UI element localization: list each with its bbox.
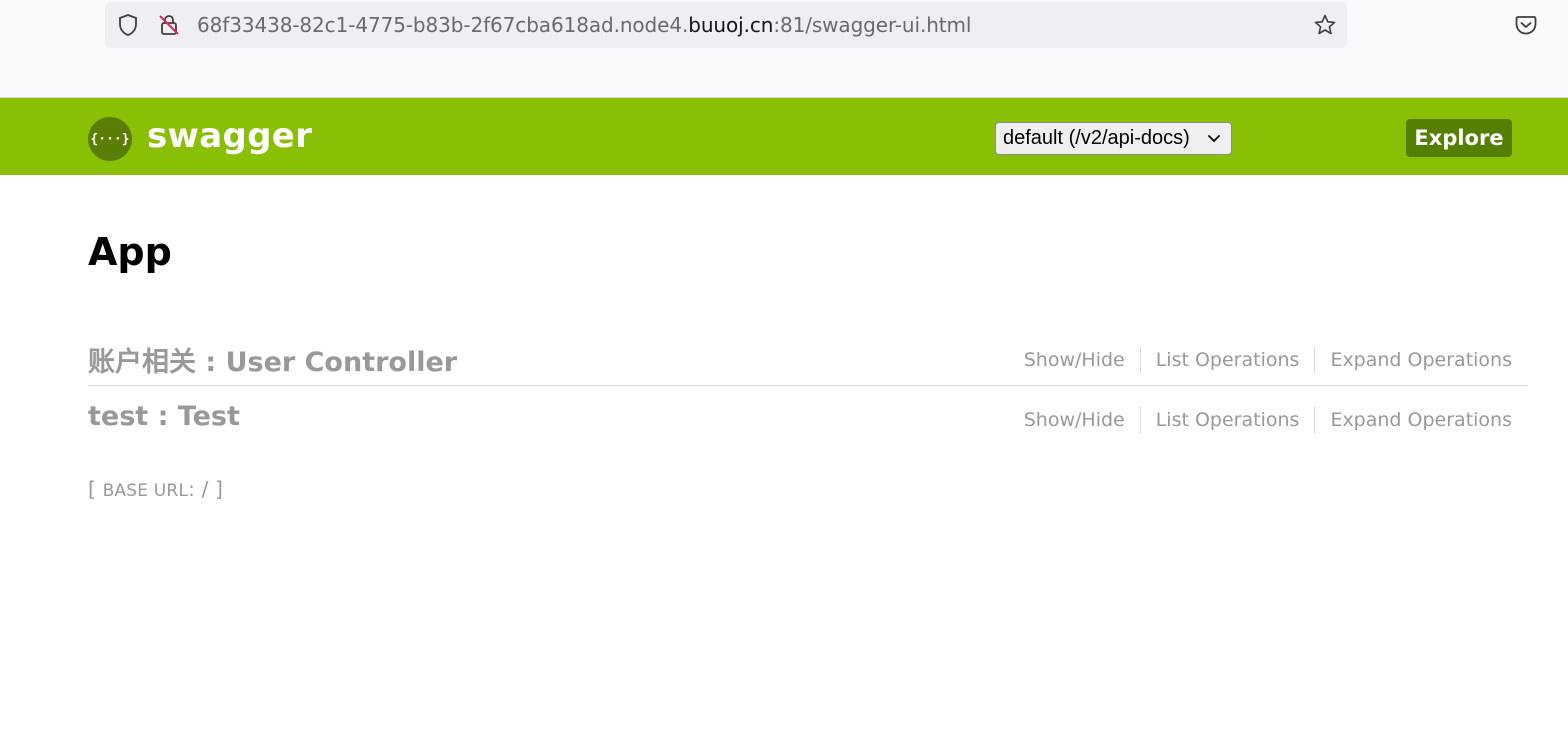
resource-test: test : Test Show/Hide List Operations Ex… [88, 393, 1528, 451]
resource-title[interactable]: test : Test [88, 401, 240, 432]
base-url-value: : / ] [188, 477, 224, 501]
resource-title[interactable]: 账户相关 : User Controller [88, 340, 457, 379]
show-hide-link[interactable]: Show/Hide [1009, 347, 1140, 373]
bookmark-star-icon[interactable] [1313, 13, 1337, 37]
list-operations-link[interactable]: List Operations [1139, 347, 1315, 373]
base-url-open: [ [88, 477, 103, 501]
resource-operations: Show/Hide List Operations Expand Operati… [1009, 347, 1512, 373]
base-url-label: BASE URL [102, 481, 189, 501]
url-host: buuoj.cn [688, 13, 774, 37]
browser-toolbar: 68f33438-82c1-4775-b83b-2f67cba618ad.nod… [0, 0, 1568, 98]
url-prefix: 68f33438-82c1-4775-b83b-2f67cba618ad.nod… [197, 13, 689, 37]
swagger-header: {···} swagger default (/v2/api-docs) Exp… [0, 98, 1568, 175]
explore-button[interactable]: Explore [1406, 119, 1512, 157]
brand-name[interactable]: swagger [147, 116, 312, 156]
swagger-logo-icon[interactable]: {···} [88, 117, 132, 161]
expand-operations-link[interactable]: Expand Operations [1314, 347, 1512, 373]
page-title: App [88, 230, 172, 274]
url-text[interactable]: 68f33438-82c1-4775-b83b-2f67cba618ad.nod… [197, 13, 971, 37]
resource-user-controller: 账户相关 : User Controller Show/Hide List Op… [88, 333, 1528, 386]
insecure-lock-icon[interactable] [157, 13, 181, 37]
shield-icon[interactable] [116, 13, 140, 37]
pocket-icon[interactable] [1514, 13, 1538, 37]
chevron-down-icon [1208, 135, 1220, 142]
list-operations-link[interactable]: List Operations [1139, 407, 1315, 433]
expand-operations-link[interactable]: Expand Operations [1314, 407, 1512, 433]
spec-select-value: default (/v2/api-docs) [1003, 127, 1190, 149]
show-hide-link[interactable]: Show/Hide [1009, 407, 1140, 433]
base-url: [ BASE URL: / ] [88, 477, 223, 501]
url-suffix: :81/swagger-ui.html [773, 13, 972, 37]
address-bar[interactable]: 68f33438-82c1-4775-b83b-2f67cba618ad.nod… [105, 2, 1347, 48]
spec-select[interactable]: default (/v2/api-docs) [995, 122, 1232, 155]
resource-operations: Show/Hide List Operations Expand Operati… [1009, 407, 1512, 433]
